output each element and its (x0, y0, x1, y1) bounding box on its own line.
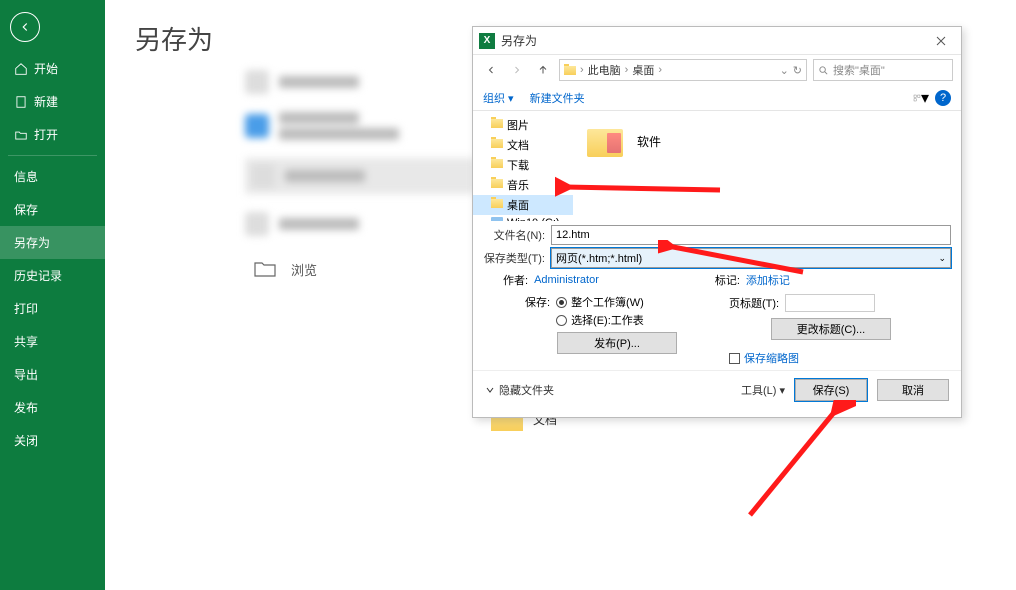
dialog-toolbar: 组织 ▾ 新建文件夹 ▾ ? (473, 85, 961, 111)
sidebar-item-close[interactable]: 关闭 (0, 424, 105, 457)
sidebar-item-home[interactable]: 开始 (0, 52, 105, 85)
tree-item-pictures[interactable]: 图片 (473, 115, 573, 135)
sidebar-item-history[interactable]: 历史记录 (0, 259, 105, 292)
new-icon (14, 95, 28, 109)
tree-item-drive-c[interactable]: Win10 (C:) (473, 215, 573, 221)
help-button[interactable]: ? (935, 90, 951, 106)
sidebar-item-open[interactable]: 打开 (0, 118, 105, 151)
page-title-label: 页标题(T): (729, 295, 779, 311)
radio-selection[interactable]: 选择(E):工作表 (556, 312, 644, 328)
open-icon (14, 128, 28, 142)
backstage-sidebar: 开始 新建 打开 信息 保存 另存为 历史记录 打印 共享 导出 发布 关闭 (0, 0, 105, 590)
dialog-body: 图片 文档 下载 音乐 桌面 Win10 (C:) 软件 (473, 111, 961, 221)
blurred-location-list (245, 70, 475, 230)
filetype-select[interactable]: 网页(*.htm;*.html) ⌄ (551, 248, 951, 268)
nav-back-button[interactable] (481, 60, 501, 80)
dialog-footer: 隐藏文件夹 工具(L) ▾ 保存(S) 取消 (473, 370, 961, 409)
breadcrumb-item[interactable]: 桌面 (632, 62, 654, 78)
tags-label: 标记: (715, 272, 740, 288)
save-label: 保存: (525, 294, 550, 310)
tree-item-documents[interactable]: 文档 (473, 135, 573, 155)
folder-icon (587, 121, 627, 161)
sidebar-label: 另存为 (14, 234, 50, 251)
save-thumbnail-label: 保存缩略图 (744, 350, 799, 366)
publish-button[interactable]: 发布(P)... (557, 332, 677, 354)
breadcrumb-item[interactable]: 此电脑 (588, 62, 621, 78)
save-as-dialog: X 另存为 › 此电脑 › 桌面 › ⌄ ↻ 搜索"桌面" 组织 ▾ 新建文件夹… (472, 26, 962, 418)
folder-tree: 图片 文档 下载 音乐 桌面 Win10 (C:) (473, 111, 573, 221)
sidebar-label: 保存 (14, 201, 38, 218)
folder-icon (564, 66, 576, 75)
filename-label: 文件名(N): (483, 227, 551, 243)
save-button[interactable]: 保存(S) (795, 379, 867, 401)
sidebar-label: 发布 (14, 399, 38, 416)
folder-item[interactable]: 软件 (583, 117, 951, 165)
sidebar-label: 关闭 (14, 432, 38, 449)
sidebar-item-share[interactable]: 共享 (0, 325, 105, 358)
back-button[interactable] (10, 12, 40, 42)
tree-item-music[interactable]: 音乐 (473, 175, 573, 195)
tree-item-desktop[interactable]: 桌面 (473, 195, 573, 215)
tools-button[interactable]: 工具(L) ▾ (741, 382, 785, 398)
author-value[interactable]: Administrator (534, 274, 599, 286)
folder-icon (253, 259, 277, 279)
nav-forward-button[interactable] (507, 60, 527, 80)
sidebar-item-save[interactable]: 保存 (0, 193, 105, 226)
dialog-title: 另存为 (501, 32, 927, 49)
organize-button[interactable]: 组织 ▾ (483, 90, 514, 106)
sidebar-label: 共享 (14, 333, 38, 350)
sidebar-item-new[interactable]: 新建 (0, 85, 105, 118)
sidebar-label: 打开 (34, 126, 58, 143)
change-title-button[interactable]: 更改标题(C)... (771, 318, 891, 340)
dialog-fields: 文件名(N): 保存类型(T): 网页(*.htm;*.html) ⌄ 作者: … (473, 221, 961, 370)
author-label: 作者: (503, 272, 528, 288)
filetype-label: 保存类型(T): (483, 250, 551, 266)
dialog-nav: › 此电脑 › 桌面 › ⌄ ↻ 搜索"桌面" (473, 55, 961, 85)
cancel-button[interactable]: 取消 (877, 379, 949, 401)
browse-label: 浏览 (291, 260, 317, 279)
hide-folders-button[interactable]: 隐藏文件夹 (485, 382, 554, 398)
address-bar[interactable]: › 此电脑 › 桌面 › ⌄ ↻ (559, 59, 807, 81)
sidebar-label: 开始 (34, 60, 58, 77)
divider (8, 155, 97, 156)
search-placeholder: 搜索"桌面" (833, 62, 885, 78)
tags-add[interactable]: 添加标记 (746, 272, 790, 288)
sidebar-label: 历史记录 (14, 267, 62, 284)
sidebar-label: 打印 (14, 300, 38, 317)
sidebar-label: 新建 (34, 93, 58, 110)
sidebar-label: 导出 (14, 366, 38, 383)
filename-input[interactable] (551, 225, 951, 245)
close-button[interactable] (927, 31, 955, 51)
dialog-titlebar: X 另存为 (473, 27, 961, 55)
page-title-input[interactable] (785, 294, 875, 312)
sidebar-item-saveas[interactable]: 另存为 (0, 226, 105, 259)
sidebar-item-info[interactable]: 信息 (0, 160, 105, 193)
save-thumbnail-checkbox[interactable] (729, 353, 740, 364)
sidebar-item-export[interactable]: 导出 (0, 358, 105, 391)
search-input[interactable]: 搜索"桌面" (813, 59, 953, 81)
excel-icon: X (479, 33, 495, 49)
radio-whole-workbook[interactable]: 整个工作簿(W) (556, 294, 644, 310)
browse-button[interactable]: 浏览 (245, 253, 325, 285)
home-icon (14, 62, 28, 76)
folder-name: 软件 (637, 133, 661, 150)
view-options-button[interactable]: ▾ (913, 90, 929, 106)
sidebar-label: 信息 (14, 168, 38, 185)
tree-item-downloads[interactable]: 下载 (473, 155, 573, 175)
sidebar-item-publish[interactable]: 发布 (0, 391, 105, 424)
nav-up-button[interactable] (533, 60, 553, 80)
sidebar-item-print[interactable]: 打印 (0, 292, 105, 325)
file-list[interactable]: 软件 (573, 111, 961, 221)
new-folder-button[interactable]: 新建文件夹 (530, 90, 585, 106)
